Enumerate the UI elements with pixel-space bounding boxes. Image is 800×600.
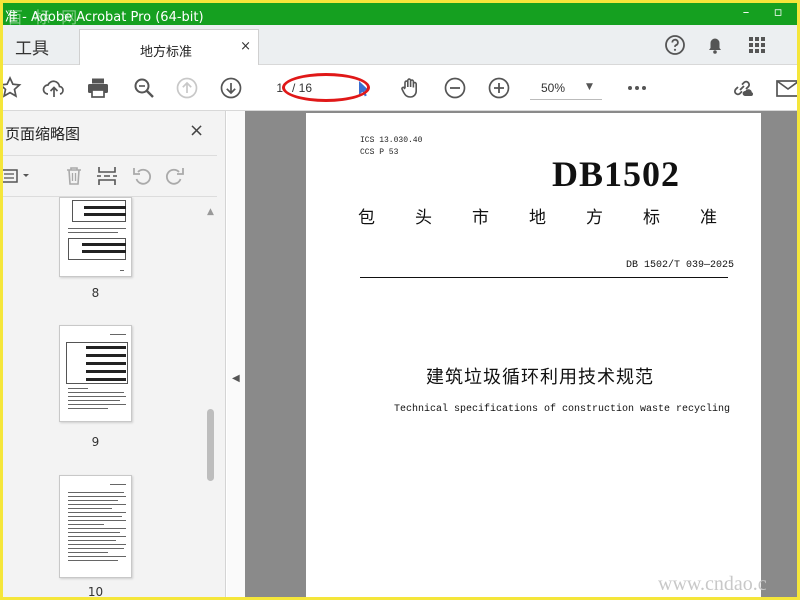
collapse-left-icon[interactable]: ◀ — [232, 373, 240, 384]
thumbnail-options-icon[interactable] — [3, 164, 33, 188]
bookmark-star-icon[interactable] — [3, 75, 23, 101]
document-tab-label: 地方标准 — [140, 45, 193, 60]
panel-collapse-strip[interactable]: ◀ — [227, 111, 245, 597]
ccs-code: CCS P 53 — [360, 148, 399, 157]
panel-title: 页面缩略图 — [5, 125, 81, 143]
tab-close-icon[interactable]: × — [240, 39, 251, 54]
more-options-icon[interactable] — [624, 75, 650, 101]
zoom-level-dropdown[interactable]: 50% ▼ — [530, 76, 602, 100]
panel-close-icon[interactable]: × — [189, 120, 204, 141]
minimize-icon[interactable]: – — [735, 5, 757, 20]
thumbnail-page-number: 10 — [87, 585, 104, 597]
hand-tool-icon[interactable] — [397, 75, 423, 101]
delete-page-icon[interactable] — [62, 164, 86, 188]
thumbnail-scrollbar-thumb[interactable] — [207, 409, 214, 481]
thumbnail-page-number: 9 — [91, 435, 100, 449]
page-number-input[interactable] — [251, 76, 283, 100]
main-toolbar: / 16 50% ▼ — [3, 65, 797, 111]
ics-code: ICS 13.030.40 — [360, 136, 423, 145]
rotate-right-icon[interactable] — [163, 164, 187, 188]
standard-code-heading: DB1502 — [552, 154, 681, 194]
apps-grid-icon[interactable] — [745, 33, 769, 57]
page-thumbnail[interactable] — [59, 325, 132, 422]
thumbnail-page-number: 8 — [91, 286, 100, 300]
document-title-english: Technical specifications of construction… — [394, 404, 731, 415]
print-icon[interactable] — [85, 75, 111, 101]
help-icon[interactable] — [663, 33, 687, 57]
thumbnail-scrollbar[interactable] — [207, 211, 215, 597]
extract-pages-icon[interactable] — [95, 164, 119, 188]
document-page: ICS 13.030.40 CCS P 53 DB1502 包头市地方标准 DB… — [306, 113, 761, 597]
chevron-down-icon: ▼ — [586, 82, 593, 92]
cloud-upload-icon[interactable] — [41, 75, 67, 101]
standard-type-line: 包头市地方标准 — [358, 208, 757, 228]
share-link-icon[interactable] — [729, 75, 755, 101]
document-tab[interactable]: 地方标准 × — [79, 29, 259, 65]
standard-number: DB 1502/T 039—2025 — [626, 260, 735, 271]
document-view[interactable]: ICS 13.030.40 CCS P 53 DB1502 包头市地方标准 DB… — [245, 111, 797, 597]
zoom-out-icon[interactable] — [442, 75, 468, 101]
page-thumbnail[interactable] — [59, 475, 132, 578]
thumbnail-toolbar — [3, 155, 217, 197]
page-thumbnails-panel: 页面缩略图 × 8 9 10 ▲ — [3, 111, 226, 597]
header-rule — [360, 277, 728, 278]
page-thumbnail[interactable] — [59, 197, 132, 277]
title-bar: 准 - Adobe Acrobat Pro (64-bit) 百 标 网 – ▫ — [3, 3, 797, 27]
rotate-left-icon[interactable] — [130, 164, 154, 188]
acrobat-window: 准 - Adobe Acrobat Pro (64-bit) 百 标 网 – ▫… — [3, 3, 797, 597]
notification-bell-icon[interactable] — [703, 33, 727, 57]
zoom-level-value: 50% — [541, 81, 566, 95]
red-annotation-circle — [282, 73, 370, 102]
next-page-icon[interactable] — [218, 75, 244, 101]
tab-row: 工具 地方标准 × — [3, 25, 797, 65]
tools-tab[interactable]: 工具 — [15, 34, 49, 59]
search-zoom-icon[interactable] — [131, 75, 157, 101]
zoom-in-icon[interactable] — [486, 75, 512, 101]
document-title-chinese: 建筑垃圾循环利用技术规范 — [426, 367, 654, 388]
maximize-icon[interactable]: ▫ — [767, 5, 789, 20]
previous-page-icon[interactable] — [174, 75, 200, 101]
email-icon[interactable] — [775, 75, 797, 101]
site-url-watermark: www.cndao.c — [658, 573, 767, 595]
